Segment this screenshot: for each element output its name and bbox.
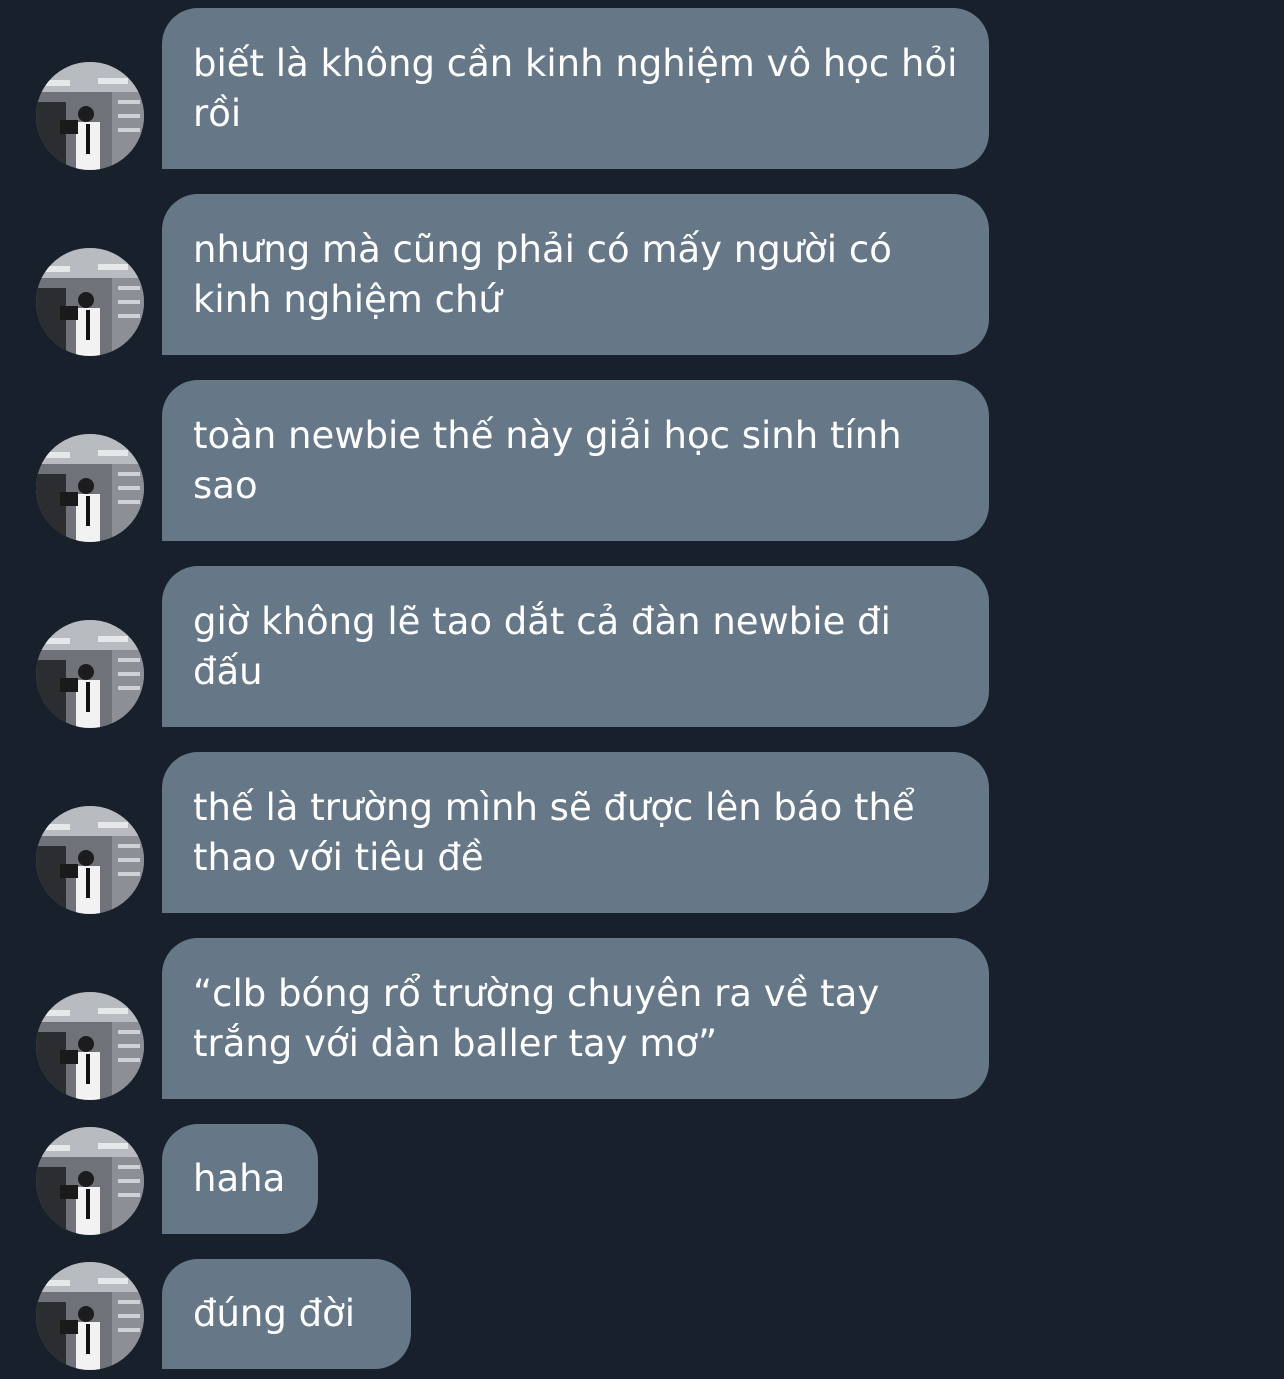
sender-avatar[interactable] [36, 62, 144, 170]
message-bubble[interactable]: nhưng mà cũng phải có mấy người có kinh … [162, 194, 989, 355]
sender-avatar[interactable] [36, 806, 144, 914]
message-bubble[interactable]: “clb bóng rổ trường chuyên ra về tay trắ… [162, 938, 989, 1099]
sender-avatar[interactable] [36, 1127, 144, 1235]
sender-avatar[interactable] [36, 620, 144, 728]
message-bubble[interactable]: biết là không cần kinh nghiệm vô học hỏi… [162, 8, 989, 169]
message-bubble[interactable]: đúng đời [162, 1259, 411, 1369]
message-bubble[interactable]: thế là trường mình sẽ được lên báo thể t… [162, 752, 989, 913]
sender-avatar[interactable] [36, 434, 144, 542]
message-row: giờ không lẽ tao dắt cả đàn newbie đi đấ… [0, 566, 1284, 728]
message-row: thế là trường mình sẽ được lên báo thể t… [0, 752, 1284, 914]
message-row: nhưng mà cũng phải có mấy người có kinh … [0, 194, 1284, 356]
message-row: toàn newbie thế này giải học sinh tính s… [0, 380, 1284, 542]
message-bubble[interactable]: toàn newbie thế này giải học sinh tính s… [162, 380, 989, 541]
message-row: đúng đời [0, 1259, 1284, 1370]
message-row: “clb bóng rổ trường chuyên ra về tay trắ… [0, 938, 1284, 1100]
message-row: biết là không cần kinh nghiệm vô học hỏi… [0, 8, 1284, 170]
message-row: haha [0, 1124, 1284, 1235]
sender-avatar[interactable] [36, 992, 144, 1100]
sender-avatar[interactable] [36, 248, 144, 356]
chat-conversation: biết là không cần kinh nghiệm vô học hỏi… [0, 0, 1284, 1379]
message-bubble[interactable]: giờ không lẽ tao dắt cả đàn newbie đi đấ… [162, 566, 989, 727]
message-bubble[interactable]: haha [162, 1124, 318, 1234]
sender-avatar[interactable] [36, 1262, 144, 1370]
